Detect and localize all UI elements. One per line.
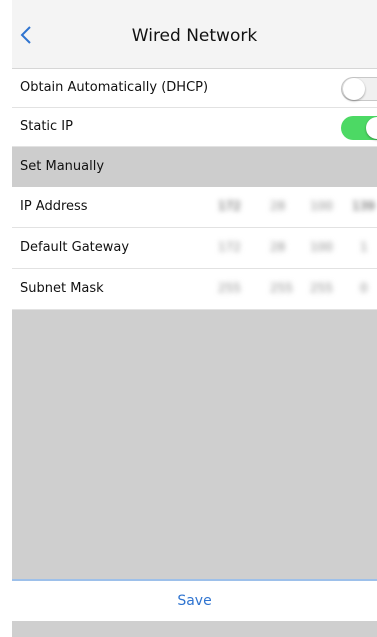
ip-octet-1: 172: [218, 199, 241, 213]
nav-bar: Wired Network: [12, 0, 377, 69]
mask-octet-3: 255: [310, 281, 333, 295]
save-bar: Save: [12, 579, 377, 621]
dhcp-row: Obtain Automatically (DHCP): [12, 69, 377, 108]
ip-address-input[interactable]: 172 28 100 139: [210, 193, 377, 221]
subnet-mask-row: Subnet Mask 255 255 255 0: [12, 269, 377, 310]
ip-octet-4: 139: [352, 199, 375, 213]
dhcp-toggle[interactable]: [341, 77, 377, 101]
ip-octet-3: 100: [310, 199, 333, 213]
set-manually-header: Set Manually: [12, 147, 377, 187]
dhcp-label: Obtain Automatically (DHCP): [20, 80, 209, 95]
settings-screen: Wired Network Obtain Automatically (DHCP…: [12, 0, 377, 637]
static-ip-label: Static IP: [20, 119, 73, 134]
dhcp-toggle-knob: [343, 78, 365, 100]
ip-octet-2: 28: [270, 199, 286, 213]
static-ip-toggle[interactable]: [341, 116, 377, 140]
gateway-octet-2: 28: [270, 240, 286, 254]
gateway-octet-1: 172: [218, 240, 241, 254]
default-gateway-input[interactable]: 172 28 100 1: [210, 234, 377, 262]
bottom-bar: [12, 621, 377, 637]
gateway-octet-4: 1: [360, 240, 368, 254]
static-ip-toggle-knob: [366, 117, 377, 139]
mask-octet-2: 255: [270, 281, 293, 295]
save-button[interactable]: Save: [12, 593, 377, 609]
ip-address-row: IP Address 172 28 100 139: [12, 187, 377, 228]
subnet-mask-label: Subnet Mask: [20, 281, 104, 296]
mask-octet-4: 0: [360, 281, 368, 295]
static-ip-row: Static IP: [12, 108, 377, 147]
subnet-mask-input[interactable]: 255 255 255 0: [210, 275, 377, 303]
default-gateway-label: Default Gateway: [20, 240, 130, 255]
default-gateway-row: Default Gateway 172 28 100 1: [12, 228, 377, 269]
mask-octet-1: 255: [218, 281, 241, 295]
page-title: Wired Network: [131, 26, 258, 46]
gateway-octet-3: 100: [310, 240, 333, 254]
set-manually-label: Set Manually: [20, 159, 105, 174]
ip-address-label: IP Address: [20, 199, 88, 214]
